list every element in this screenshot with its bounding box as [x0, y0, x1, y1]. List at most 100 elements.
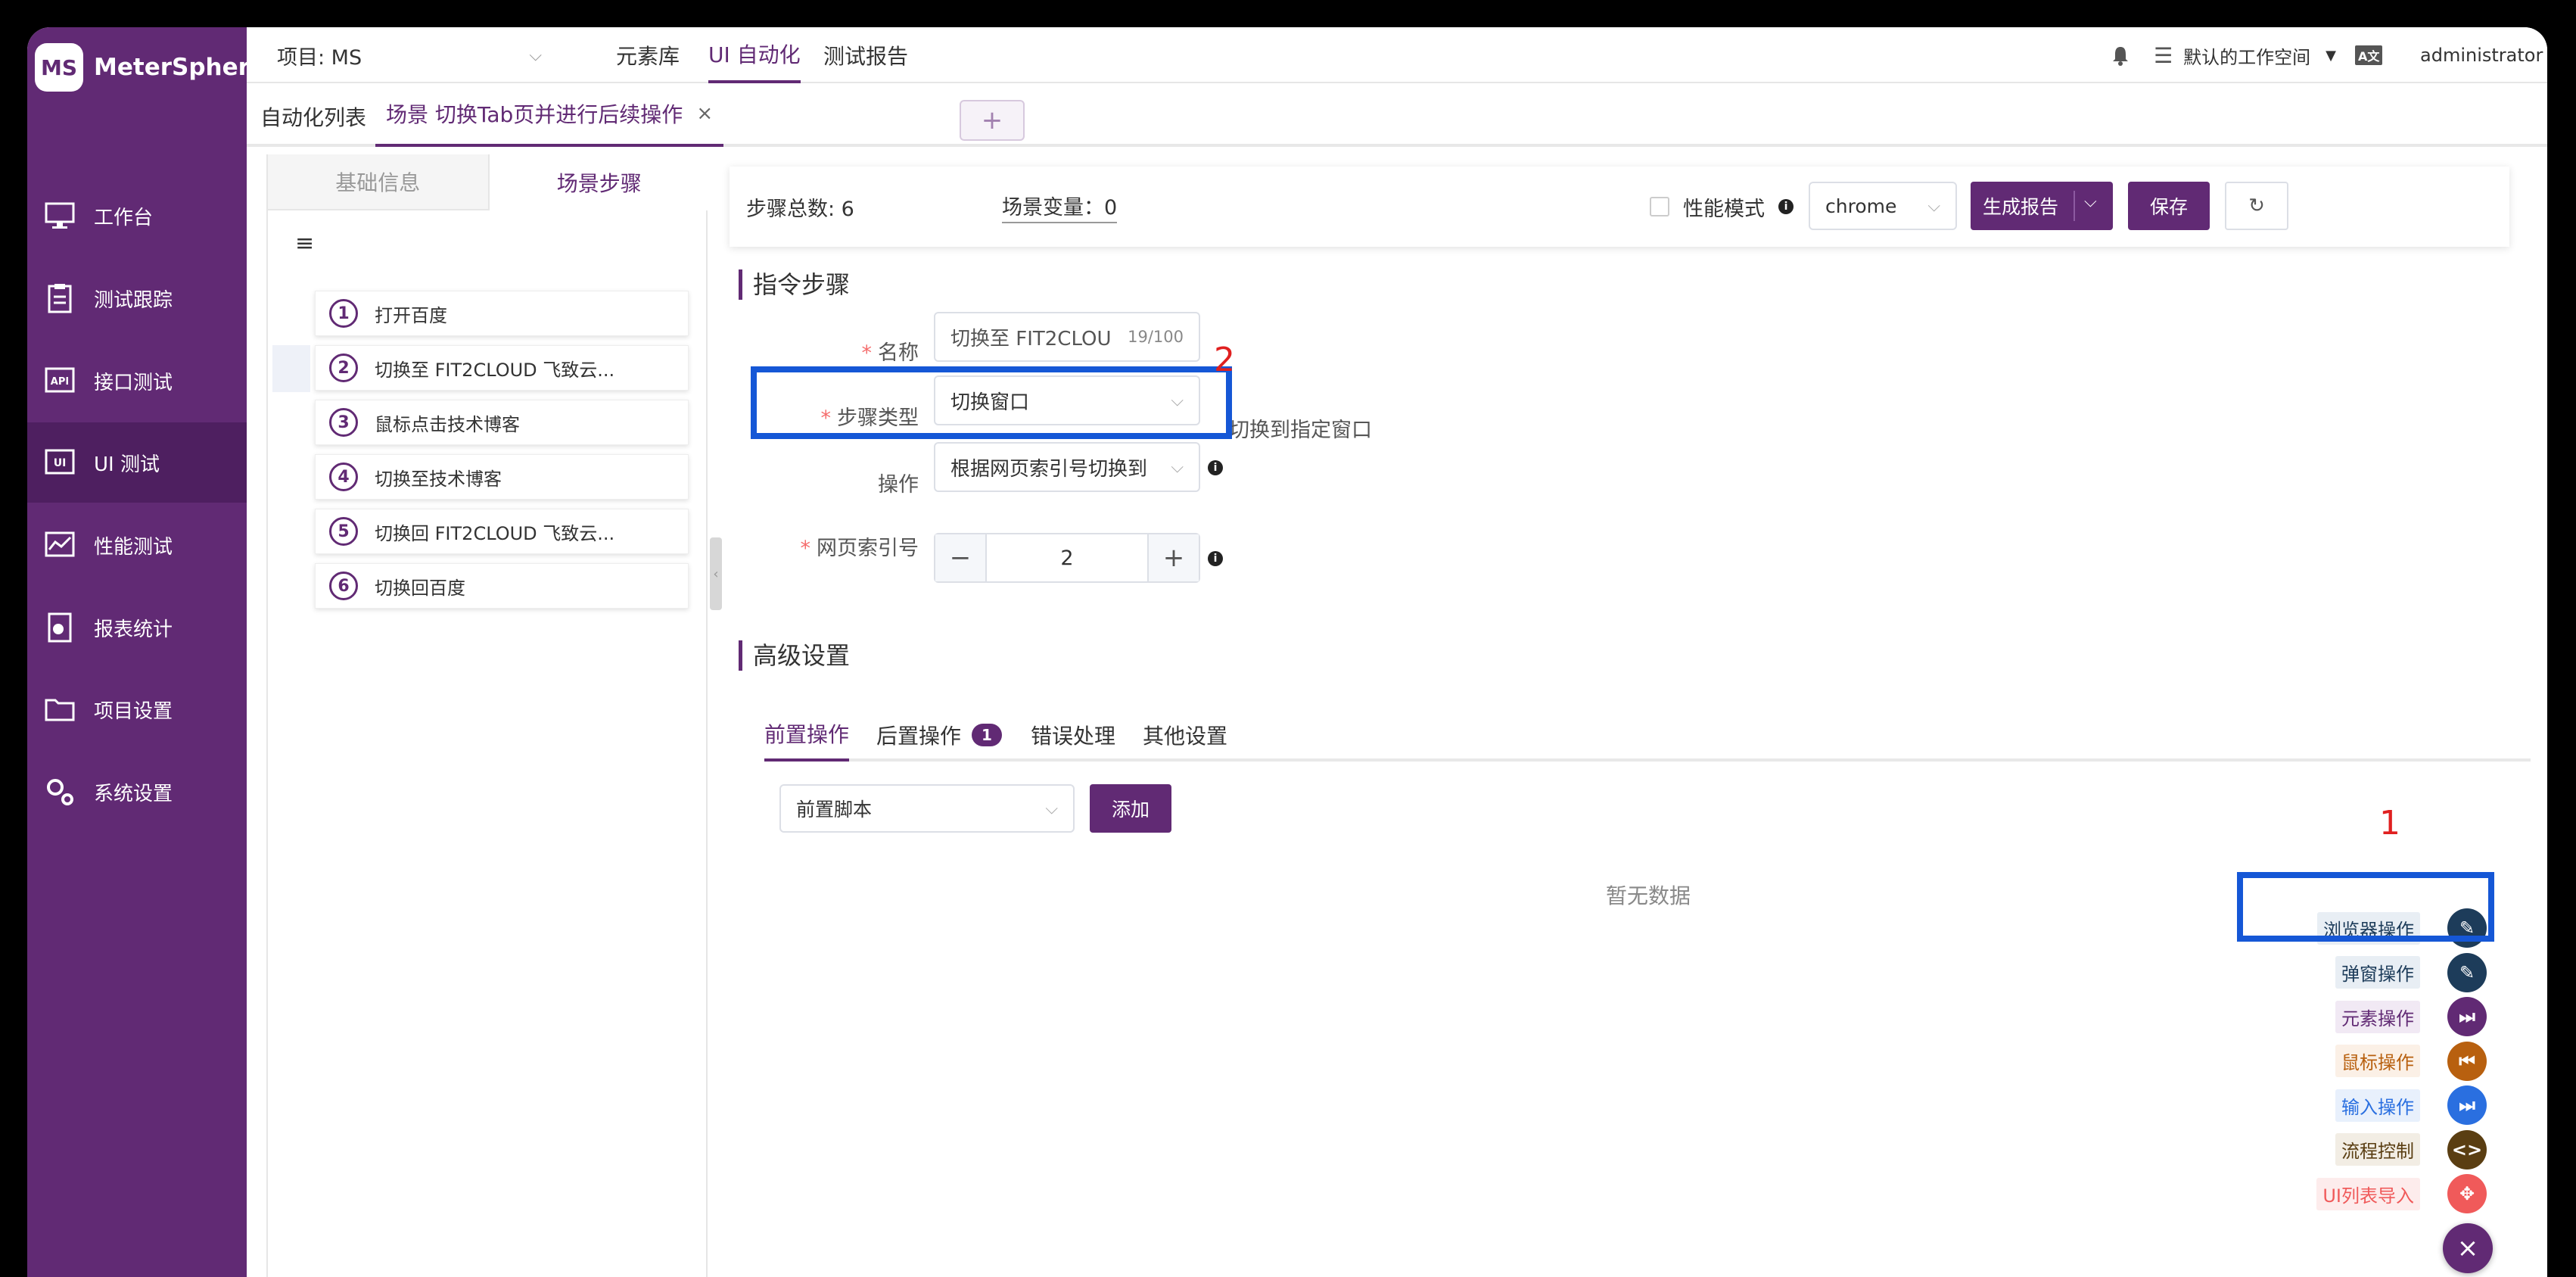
increment-button[interactable]: + — [1149, 534, 1199, 581]
sidebar-item-label: 工作台 — [94, 206, 154, 229]
name-input[interactable]: 切换至 FIT2CLOU 19/100 — [934, 312, 1200, 362]
fab-item[interactable]: 元素操作 ⏭ — [2335, 997, 2487, 1036]
pre-script-select[interactable]: 前置脚本 ⌵ — [779, 784, 1075, 833]
fab-item[interactable]: 输入操作 ⏭ — [2335, 1085, 2487, 1125]
browser-select[interactable]: chrome ⌵ — [1809, 182, 1957, 230]
folder-icon — [42, 692, 77, 727]
save-button[interactable]: 保存 — [2128, 182, 2210, 230]
bell-icon[interactable] — [2110, 27, 2131, 83]
chevron-down-icon: ⌵ — [1927, 196, 1940, 216]
tab-post-operation[interactable]: 后置操作 1 — [876, 709, 1003, 762]
sidebar-item-label: 系统设置 — [94, 782, 173, 805]
move-icon[interactable]: ✥ — [2447, 1174, 2487, 1213]
fab-item[interactable]: UI列表导入 ✥ — [2316, 1174, 2487, 1213]
info-icon[interactable]: i — [1208, 460, 1223, 475]
pencil-icon[interactable]: ✎ — [2447, 952, 2487, 992]
language-icon[interactable]: A文 — [2355, 27, 2383, 83]
sidebar-item-test-track[interactable]: 测试跟踪 — [27, 258, 247, 338]
performance-mode-checkbox[interactable] — [1650, 197, 1669, 216]
performance-mode[interactable]: 性能模式 i — [1650, 167, 1794, 247]
sidebar-item-api-test[interactable]: API 接口测试 — [27, 341, 247, 421]
step-label: 切换回 FIT2CLOUD 飞致云... — [375, 522, 615, 544]
refresh-button[interactable]: ↻ — [2225, 182, 2288, 230]
project-name: 项目: MS — [277, 45, 362, 70]
empty-state: 暂无数据 — [1606, 883, 1691, 908]
sidebar-item-performance[interactable]: 性能测试 — [27, 505, 247, 585]
user-menu[interactable]: administrator ▼ — [2420, 27, 2547, 83]
annotation-marker-2: 2 — [1214, 341, 1235, 379]
logo[interactable]: MS MeterSphere — [35, 29, 266, 106]
tab-scene-label: 场景 切换Tab页并进行后续操作 — [386, 102, 683, 127]
step-item[interactable]: 2 切换至 FIT2CLOUD 飞致云... — [315, 345, 689, 391]
step-item[interactable]: 6 切换回百度 — [315, 563, 689, 609]
operation-label: 操作 — [878, 473, 919, 497]
step-type-hint: 切换到指定窗口 — [1229, 419, 1372, 442]
menu-element-library[interactable]: 元素库 — [616, 27, 680, 83]
generate-report-label: 生成报告 — [1983, 196, 2059, 218]
page-index-stepper: − 2 + — [934, 533, 1200, 583]
step-item[interactable]: 1 打开百度 — [315, 291, 689, 336]
tab-scene-steps[interactable]: 场景步骤 — [487, 154, 709, 210]
tab-automation-list[interactable]: 自动化列表 — [260, 101, 366, 132]
fab-item-label: 输入操作 — [2335, 1089, 2420, 1122]
close-icon[interactable]: × — [696, 102, 713, 125]
clipboard-icon — [42, 281, 77, 316]
menu-ui-automation[interactable]: UI 自动化 — [708, 27, 801, 83]
add-button[interactable]: 添加 — [1090, 784, 1171, 833]
tab-pre-operation[interactable]: 前置操作 — [764, 709, 850, 762]
fab-item-label: 流程控制 — [2335, 1133, 2420, 1166]
scenario-toolbar: 步骤总数: 6 场景变量：0 性能模式 i chrome ⌵ 生成报告 ⌵ 保存… — [730, 167, 2509, 247]
operation-select[interactable]: 根据网页索引号切换到 ⌵ — [934, 442, 1200, 492]
step-forward-icon[interactable]: ⏭ — [2447, 997, 2487, 1036]
step-number: 2 — [329, 354, 358, 382]
menu-test-report[interactable]: 测试报告 — [823, 27, 908, 83]
page-index-input[interactable]: 2 — [985, 534, 1149, 581]
fab-item[interactable]: 鼠标操作 ⏮ — [2335, 1041, 2487, 1081]
scenario-panel: 基础信息 场景步骤 ≡ 1 打开百度 2 切换至 FIT2CLOUD 飞致云..… — [266, 154, 709, 1277]
project-select[interactable]: 项目: MS ⌵ — [277, 27, 542, 83]
fab-item[interactable]: 流程控制 <> — [2335, 1129, 2487, 1170]
app-name: MeterSphere — [94, 54, 266, 81]
panel-splitter[interactable]: ‹ — [710, 537, 722, 610]
step-number: 4 — [329, 463, 358, 491]
fab-item-label: UI列表导入 — [2316, 1177, 2420, 1210]
tab-bar: 自动化列表 场景 切换Tab页并进行后续操作 × + — [247, 83, 2547, 147]
info-icon[interactable]: i — [1208, 551, 1223, 566]
workspace-select[interactable]: ☰ 默认的工作空间 ▼ — [2154, 27, 2336, 83]
fab-item[interactable]: 弹窗操作 ✎ — [2335, 952, 2487, 992]
menu-toggle-icon[interactable]: ≡ — [295, 230, 314, 257]
sidebar-item-project-settings[interactable]: 项目设置 — [27, 669, 247, 749]
tab-basic-info[interactable]: 基础信息 — [268, 154, 488, 210]
decrement-button[interactable]: − — [935, 534, 985, 581]
step-label: 打开百度 — [375, 304, 447, 326]
tab-error-handling[interactable]: 错误处理 — [1031, 709, 1115, 762]
scene-variables[interactable]: 场景变量：0 — [1002, 167, 1118, 247]
operation-value: 根据网页索引号切换到 — [950, 457, 1148, 481]
sidebar-item-system-settings[interactable]: 系统设置 — [27, 752, 247, 832]
sidebar-item-reports[interactable]: 报表统计 — [27, 587, 247, 668]
name-label: * 名称 — [861, 341, 919, 365]
svg-text:API: API — [51, 376, 69, 388]
sidebar-item-workbench[interactable]: 工作台 — [27, 176, 247, 256]
scene-variables-label: 场景变量：0 — [1002, 191, 1118, 223]
step-item[interactable]: 5 切换回 FIT2CLOUD 飞致云... — [315, 509, 689, 554]
performance-mode-label: 性能模式 — [1683, 197, 1765, 221]
step-item[interactable]: 4 切换至技术博客 — [315, 454, 689, 500]
step-forward-icon[interactable]: ⏭ — [2447, 1085, 2487, 1125]
add-tab-button[interactable]: + — [960, 100, 1025, 141]
code-icon[interactable]: <> — [2447, 1129, 2487, 1170]
fab-item-label: 弹窗操作 — [2335, 956, 2420, 989]
name-char-count: 19/100 — [1128, 328, 1184, 346]
close-fab-button[interactable]: × — [2443, 1223, 2493, 1273]
generate-report-button[interactable]: 生成报告 ⌵ — [1971, 182, 2113, 230]
tab-other-settings[interactable]: 其他设置 — [1143, 709, 1227, 762]
chevron-down-icon: ⌵ — [1171, 457, 1184, 477]
highlight-box-browser-op — [2237, 872, 2494, 942]
sidebar-item-ui-test[interactable]: UI UI 测试 — [27, 422, 247, 503]
chevron-down-icon[interactable]: ⌵ — [2084, 192, 2097, 211]
tab-scene[interactable]: 场景 切换Tab页并进行后续操作 × — [375, 83, 724, 147]
info-icon[interactable]: i — [1778, 199, 1794, 214]
selected-row-highlight — [272, 345, 310, 392]
step-back-icon[interactable]: ⏮ — [2447, 1041, 2487, 1081]
step-item[interactable]: 3 鼠标点击技术博客 — [315, 400, 689, 445]
